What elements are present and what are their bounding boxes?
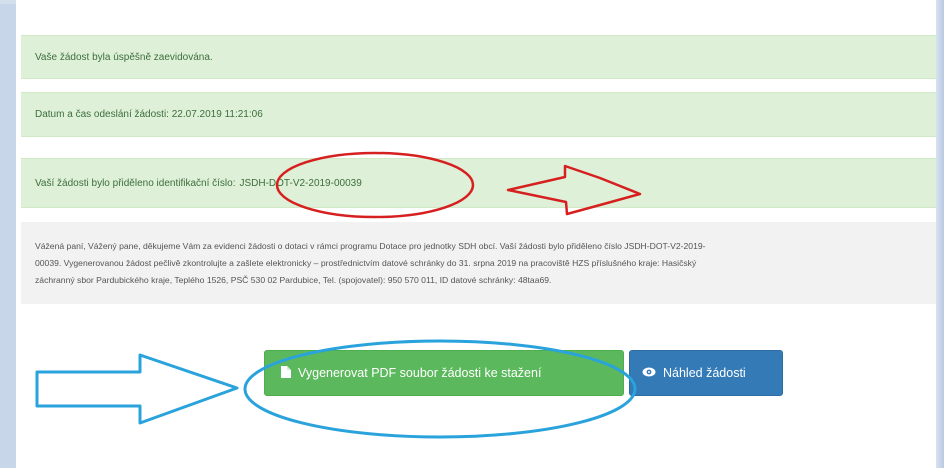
preview-button[interactable]: Náhled žádosti — [629, 350, 783, 396]
submission-datetime: Datum a čas odeslání žádosti: 22.07.2019… — [35, 109, 263, 120]
window-right-frame — [936, 0, 944, 468]
identifier-label: Vaší žádosti bylo přiděleno identifikačn… — [35, 177, 236, 189]
info-line-1: Vážená paní, Vážený pane, děkujeme Vám z… — [35, 241, 706, 251]
generate-pdf-button[interactable]: Vygenerovat PDF soubor žádosti ke stažen… — [264, 350, 624, 396]
generate-pdf-label: Vygenerovat PDF soubor žádosti ke stažen… — [298, 366, 542, 380]
identifier-alert: Vaší žádosti bylo přiděleno identifikačn… — [21, 158, 941, 208]
file-icon — [281, 365, 291, 381]
info-panel: Vážená paní, Vážený pane, děkujeme Vám z… — [21, 222, 941, 304]
info-line-2: 00039. Vygenerovanou žádost pečlivě zkon… — [35, 258, 697, 268]
preview-label: Náhled žádosti — [663, 366, 746, 380]
success-message: Vaše žádost byla úspěšně zaevidována. — [35, 51, 213, 63]
identifier-number: JSDH-DOT-V2-2019-00039 — [239, 177, 362, 189]
info-line-3: záchranný sbor Pardubického kraje, Teplé… — [35, 275, 552, 285]
success-alert: Vaše žádost byla úspěšně zaevidována. — [21, 35, 941, 79]
datetime-alert: Datum a čas odeslání žádosti: 22.07.2019… — [21, 92, 941, 137]
eye-icon — [642, 366, 656, 380]
